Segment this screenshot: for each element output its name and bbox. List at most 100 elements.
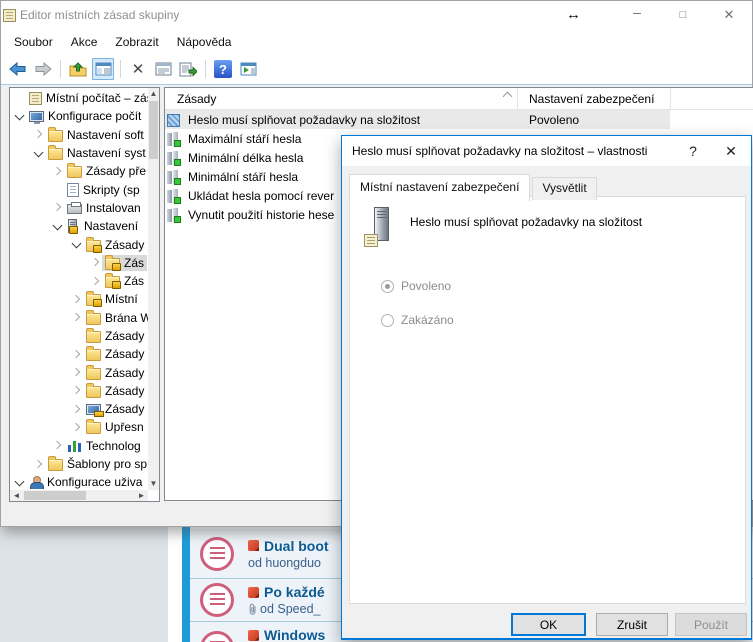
maximize-button[interactable]: □ — [660, 1, 706, 29]
scroll-up-icon[interactable]: ▲ — [148, 89, 159, 99]
chevron-down-icon[interactable] — [51, 220, 64, 233]
cancel-button[interactable]: Zrušit — [596, 613, 668, 636]
chevron-right-icon[interactable] — [51, 165, 64, 178]
ok-button[interactable]: OK — [511, 613, 586, 636]
export-list-icon[interactable] — [177, 58, 199, 80]
tree-item-windows-settings[interactable]: Nastavení syst — [10, 144, 148, 162]
chevron-right-icon[interactable] — [32, 128, 45, 141]
chevron-right-icon[interactable] — [70, 293, 83, 306]
tree-item-software-restriction[interactable]: Zásady — [10, 363, 148, 381]
chevron-right-icon[interactable] — [70, 384, 83, 397]
tree-item-printers[interactable]: Instalovan — [10, 199, 148, 217]
tree-item-local-computer-policy[interactable]: Místní počítač – zásad — [10, 89, 148, 107]
app-icon — [3, 8, 16, 22]
tree-item-app-control[interactable]: Zásady — [10, 382, 148, 400]
unread-post-icon — [248, 540, 259, 551]
folder-icon — [86, 364, 101, 380]
topic-icon — [200, 583, 234, 617]
unread-post-icon — [248, 629, 259, 641]
topic-title-link[interactable]: Windows — [264, 627, 325, 642]
tree-item-network-list[interactable]: Zásady — [10, 327, 148, 345]
topic-title-link[interactable]: Dual boot — [264, 538, 329, 554]
tab-local-security-setting[interactable]: Místní nastavení zabezpečení — [349, 174, 531, 201]
tree-item-administrative-templates[interactable]: Šablony pro sp — [10, 455, 148, 473]
topic-title-link[interactable]: Po každé — [264, 584, 325, 600]
policy-row-selected[interactable]: Heslo musí splňovat požadavky na složito… — [165, 110, 753, 129]
properties-icon[interactable] — [152, 58, 174, 80]
dialog-close-button[interactable]: ✕ — [711, 136, 751, 166]
scrollbar-thumb[interactable] — [149, 101, 158, 159]
menu-napoveda[interactable]: Nápověda — [168, 31, 241, 53]
tree-item-public-key-policies[interactable]: Zásady — [10, 345, 148, 363]
toolbar-separator — [120, 60, 121, 78]
tab-explain[interactable]: Vysvětlit — [532, 177, 597, 200]
policy-icon — [167, 131, 181, 147]
scrollbar-thumb[interactable] — [24, 491, 86, 500]
scroll-right-icon[interactable]: ► — [136, 490, 147, 501]
chevron-right-icon[interactable] — [70, 311, 83, 324]
scroll-down-icon[interactable]: ▼ — [148, 479, 159, 489]
folder-lock-icon — [86, 291, 102, 308]
chevron-right-icon[interactable] — [51, 439, 64, 452]
radio-enabled[interactable] — [381, 279, 394, 293]
radio-disabled[interactable] — [381, 313, 394, 327]
minimize-button[interactable]: – — [614, 1, 660, 29]
dialog-title-bar[interactable]: Heslo musí splňovat požadavky na složito… — [342, 136, 751, 166]
menu-zobrazit[interactable]: Zobrazit — [106, 31, 167, 53]
dialog-help-button[interactable]: ? — [675, 136, 711, 166]
chevron-right-icon[interactable] — [70, 403, 83, 416]
help-icon[interactable]: ? — [212, 58, 234, 80]
chevron-right-icon[interactable] — [89, 256, 102, 269]
tree-item-password-policy[interactable]: Zás — [10, 254, 148, 272]
console-tree-icon[interactable] — [92, 58, 114, 80]
tree-item-firewall[interactable]: Brána W — [10, 309, 148, 327]
chevron-right-icon[interactable] — [70, 366, 83, 379]
tree-item-computer-configuration[interactable]: Konfigurace počít — [10, 107, 148, 125]
column-header-nastaveni[interactable]: Nastavení zabezpečení — [529, 92, 654, 106]
tree-item-local-policies[interactable]: Místní — [10, 290, 148, 308]
chevron-down-icon[interactable] — [32, 147, 45, 160]
menu-soubor[interactable]: Soubor — [5, 31, 62, 53]
chevron-right-icon[interactable] — [32, 458, 45, 471]
policy-icon — [167, 113, 180, 127]
computer-icon — [29, 110, 44, 124]
tree-item-advanced-audit[interactable]: Upřesn — [10, 418, 148, 436]
policy-icon — [167, 150, 181, 166]
apply-button[interactable]: Použít — [675, 613, 747, 636]
radio-row-disabled[interactable]: Zakázáno — [381, 313, 454, 327]
chevron-right-icon[interactable] — [89, 275, 102, 288]
tree-item-software-settings[interactable]: Nastavení soft — [10, 126, 148, 144]
tree-item-user-configuration[interactable]: Konfigurace uživa — [10, 473, 148, 490]
delete-icon[interactable]: ✕ — [127, 58, 149, 80]
background-page-margin — [0, 527, 168, 642]
chevron-down-icon[interactable] — [13, 476, 26, 489]
scroll-left-icon[interactable]: ◄ — [11, 490, 22, 501]
tree-item-name-resolution[interactable]: Zásady pře — [10, 162, 148, 180]
tree-item-policy-based-qos[interactable]: Technolog — [10, 437, 148, 455]
paperclip-icon — [249, 603, 256, 615]
menu-akce[interactable]: Akce — [62, 31, 107, 53]
tree-item-account-policies[interactable]: Zásady — [10, 235, 148, 253]
close-button[interactable]: ✕ — [706, 1, 752, 29]
scroll-icon — [29, 91, 42, 105]
tree-item-lockout-policy[interactable]: Zás — [10, 272, 148, 290]
chevron-right-icon[interactable] — [51, 201, 64, 214]
column-header-zasady[interactable]: Zásady — [177, 92, 216, 106]
tree-item-scripts[interactable]: Skripty (sp — [10, 180, 148, 198]
show-hide-tree-icon[interactable] — [237, 58, 259, 80]
chevron-right-icon[interactable] — [70, 348, 83, 361]
script-icon — [67, 182, 79, 197]
title-bar[interactable]: Editor místních zásad skupiny ↔ – □ ✕ — [1, 1, 752, 29]
tree-item-ipsec-policies[interactable]: Zásady — [10, 400, 148, 418]
tree-horizontal-scrollbar[interactable]: ◄ ► — [10, 490, 148, 501]
tree-item-security-settings[interactable]: Nastavení — [10, 217, 148, 235]
radio-row-enabled[interactable]: Povoleno — [381, 279, 451, 293]
forward-icon[interactable] — [32, 58, 54, 80]
up-one-level-icon[interactable] — [67, 58, 89, 80]
tree-vertical-scrollbar[interactable]: ▲ ▼ — [148, 88, 159, 490]
chevron-right-icon[interactable] — [70, 421, 83, 434]
chevron-down-icon[interactable] — [13, 110, 26, 123]
menu-bar: Soubor Akce Zobrazit Nápověda — [1, 29, 752, 54]
back-icon[interactable] — [7, 58, 29, 80]
chevron-down-icon[interactable] — [70, 238, 83, 251]
